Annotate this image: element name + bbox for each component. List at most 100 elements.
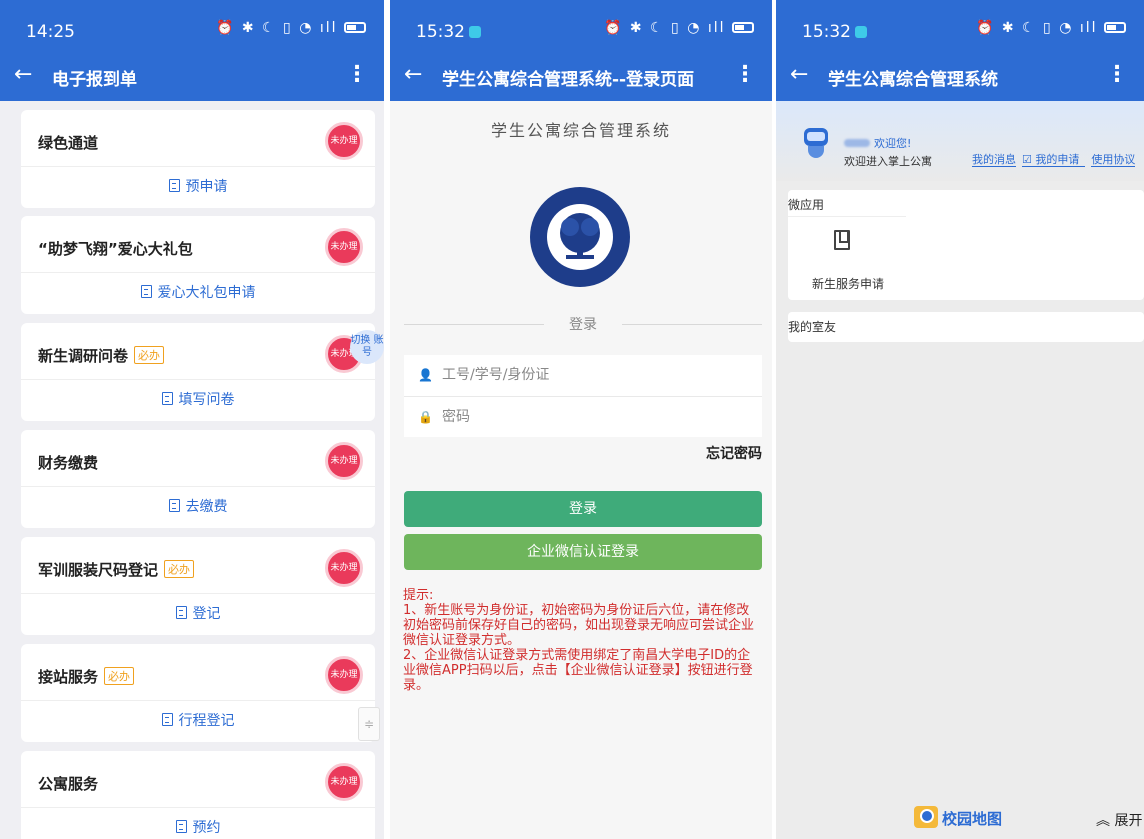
scroll-handle[interactable]: ≑	[358, 707, 380, 741]
login-form: 👤 🔒	[404, 355, 762, 437]
task-card-uniform-size: 军训服装尺码登记 必办 未办理 登记	[21, 537, 375, 635]
task-card-pickup-service: 接站服务 必办 未办理 行程登记	[21, 644, 375, 742]
unprocessed-stamp: 未办理	[325, 549, 363, 587]
divider	[21, 700, 375, 701]
notification-icon	[855, 26, 867, 38]
terms-link[interactable]: 使用协议	[1091, 153, 1136, 167]
more-menu-icon[interactable]: ⋮	[346, 62, 368, 87]
tip-2: 2、企业微信认证登录方式需使用绑定了南昌大学电子ID的企业微信APP扫码以后，点…	[403, 648, 753, 693]
login-tips: 提示: 1、新生账号为身份证，初始密码为身份证后六位，请在修改初始密码前保存好自…	[403, 588, 762, 693]
page-title: 学生公寓综合管理系统	[828, 70, 998, 90]
task-card-survey: 新生调研问卷 必办 未办理 填写问卷	[21, 323, 375, 421]
divider	[21, 272, 375, 273]
battery-icon	[344, 22, 366, 33]
battery-icon	[732, 22, 754, 33]
lock-icon: 🔒	[418, 410, 433, 424]
status-time: 15:32	[416, 22, 481, 42]
unprocessed-stamp: 未办理	[325, 122, 363, 160]
login-section-divider: 登录	[404, 314, 762, 334]
nav-row: ← 电子报到单 ⋮	[0, 56, 384, 101]
back-arrow-icon[interactable]: ←	[790, 62, 808, 87]
divider	[21, 486, 375, 487]
status-icons: ⏰ ✱ ☾ ▯ ◔ ıll	[216, 20, 366, 36]
new-student-service-app[interactable]: 新生服务申请	[812, 275, 884, 292]
dorm-home-screen: 15:32 ⏰ ✱ ☾ ▯ ◔ ıll ← 学生公寓综合管理系统 ⋮ 欢迎您! …	[776, 0, 1144, 839]
app-bar: 15:32 ⏰ ✱ ☾ ▯ ◔ ıll ← 学生公寓综合管理系统 ⋮	[776, 0, 1144, 101]
welcome-greeting: 欢迎您!	[844, 135, 911, 151]
task-title: 新生调研问卷 必办	[38, 345, 165, 366]
welcome-subtitle: 欢迎进入掌上公寓	[844, 155, 932, 168]
three-phone-screens: 14:25 ⏰ ✱ ☾ ▯ ◔ ıll ← 电子报到单 ⋮ 绿色通道 未办理 预…	[0, 0, 1144, 839]
divider	[21, 807, 375, 808]
task-title: 绿色通道	[38, 134, 99, 152]
more-menu-icon[interactable]: ⋮	[1106, 62, 1128, 87]
task-action-link[interactable]: 填写问卷	[21, 389, 375, 409]
nav-row: ← 学生公寓综合管理系统 ⋮	[776, 56, 1144, 101]
username-input[interactable]	[442, 363, 742, 387]
login-screen: 15:32 ⏰ ✱ ☾ ▯ ◔ ıll ← 学生公寓综合管理系统--登录页面 ⋮…	[390, 0, 772, 839]
section-title: 微应用	[788, 198, 825, 212]
task-card-gift-package: “助梦飞翔”爱心大礼包 未办理 爱心大礼包申请	[21, 216, 375, 314]
status-time: 15:32	[802, 22, 867, 42]
status-time: 14:25	[26, 22, 75, 42]
wechat-login-button[interactable]: 企业微信认证登录	[404, 534, 762, 570]
task-action-link[interactable]: 登记	[21, 603, 375, 623]
required-badge: 必办	[104, 667, 135, 685]
login-section-label: 登录	[561, 317, 605, 333]
university-seal-logo	[530, 187, 630, 287]
task-action-link[interactable]: 行程登记	[21, 710, 375, 730]
forgot-password-link[interactable]: 忘记密码	[706, 443, 762, 463]
task-action-link[interactable]: 去缴费	[21, 496, 375, 516]
page-title: 学生公寓综合管理系统--登录页面	[442, 70, 695, 90]
document-icon	[161, 392, 173, 405]
status-bar: 14:25 ⏰ ✱ ☾ ▯ ◔ ıll	[0, 0, 384, 56]
document-icon	[175, 606, 187, 619]
task-action-link[interactable]: 预约	[21, 817, 375, 837]
more-menu-icon[interactable]: ⋮	[734, 62, 756, 87]
welcome-banner: 欢迎您! 欢迎进入掌上公寓 我的消息 ☑ 我的申请 使用协议	[776, 101, 1144, 181]
battery-icon	[1104, 22, 1126, 33]
roommates-panel[interactable]: 我的室友	[788, 312, 1144, 342]
document-icon	[175, 820, 187, 833]
password-field: 🔒	[404, 396, 762, 437]
task-action-link[interactable]: 预申请	[21, 176, 375, 196]
document-icon	[161, 713, 173, 726]
back-arrow-icon[interactable]: ←	[14, 62, 32, 87]
section-title: 我的室友	[788, 320, 837, 334]
notification-icon	[469, 26, 481, 38]
my-applications-link[interactable]: ☑ 我的申请	[1022, 153, 1086, 167]
login-button[interactable]: 登录	[404, 491, 762, 527]
switch-account-button[interactable]: 切换 账号	[350, 330, 384, 364]
expand-button[interactable]: ︽ 展开	[1096, 810, 1142, 830]
system-name: 学生公寓综合管理系统	[490, 121, 671, 140]
unprocessed-stamp: 未办理	[325, 228, 363, 266]
back-arrow-icon[interactable]: ←	[404, 62, 422, 87]
my-messages-link[interactable]: 我的消息	[972, 153, 1016, 167]
divider	[788, 216, 906, 217]
unprocessed-stamp: 未办理	[325, 656, 363, 694]
tip-1: 1、新生账号为身份证，初始密码为身份证后六位，请在修改初始密码前保存好自己的密码…	[403, 603, 755, 648]
status-icons: ⏰ ✱ ☾ ▯ ◔ ıll	[976, 20, 1126, 36]
task-title: “助梦飞翔”爱心大礼包	[38, 240, 193, 258]
tips-title: 提示:	[403, 588, 434, 603]
divider	[21, 379, 375, 380]
status-bar: 15:32 ⏰ ✱ ☾ ▯ ◔ ıll	[390, 0, 772, 56]
book-icon[interactable]	[834, 230, 850, 250]
divider	[21, 166, 375, 167]
user-icon: 👤	[418, 368, 433, 382]
user-name-blurred	[844, 139, 870, 147]
password-input[interactable]	[442, 405, 742, 429]
chevron-up-icon: ︽	[1096, 813, 1110, 829]
micro-apps-panel: 微应用 新生服务申请	[788, 190, 1144, 300]
task-action-link[interactable]: 爱心大礼包申请	[21, 282, 375, 302]
task-card-green-channel: 绿色通道 未办理 预申请	[21, 110, 375, 208]
robot-avatar-icon	[802, 128, 830, 158]
unprocessed-stamp: 未办理	[325, 763, 363, 801]
task-title: 军训服装尺码登记 必办	[38, 559, 195, 580]
required-badge: 必办	[134, 346, 165, 364]
divider	[21, 593, 375, 594]
map-pin-icon	[914, 806, 938, 828]
page-title: 电子报到单	[52, 70, 137, 90]
campus-map-button[interactable]: 校园地图	[914, 806, 1002, 832]
status-bar: 15:32 ⏰ ✱ ☾ ▯ ◔ ıll	[776, 0, 1144, 56]
